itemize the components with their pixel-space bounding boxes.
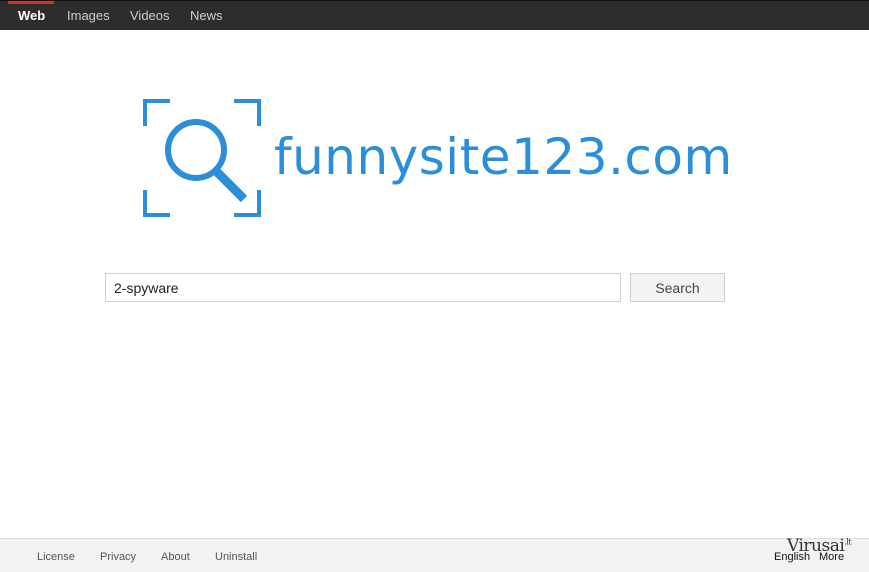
nav-tab-news[interactable]: News	[190, 1, 223, 31]
footer-link-about[interactable]: About	[161, 539, 190, 572]
footer-link-privacy[interactable]: Privacy	[100, 539, 136, 572]
footer-link-license[interactable]: License	[37, 539, 75, 572]
logo-text: funnysite123.com	[274, 128, 733, 186]
search-input[interactable]	[105, 273, 621, 302]
search-button[interactable]: Search	[630, 273, 725, 302]
top-nav-bar: Web Images Videos News	[0, 0, 869, 30]
footer-link-uninstall[interactable]: Uninstall	[215, 539, 257, 572]
magnifier-frame-icon	[143, 99, 261, 217]
watermark: Virusai.lt	[782, 534, 864, 568]
nav-tab-web[interactable]: Web	[18, 1, 45, 31]
footer: License Privacy About Uninstall English …	[0, 538, 869, 572]
nav-tab-images[interactable]: Images	[67, 1, 110, 31]
watermark-text: Virusai.lt	[787, 536, 852, 556]
nav-tab-videos[interactable]: Videos	[130, 1, 170, 31]
